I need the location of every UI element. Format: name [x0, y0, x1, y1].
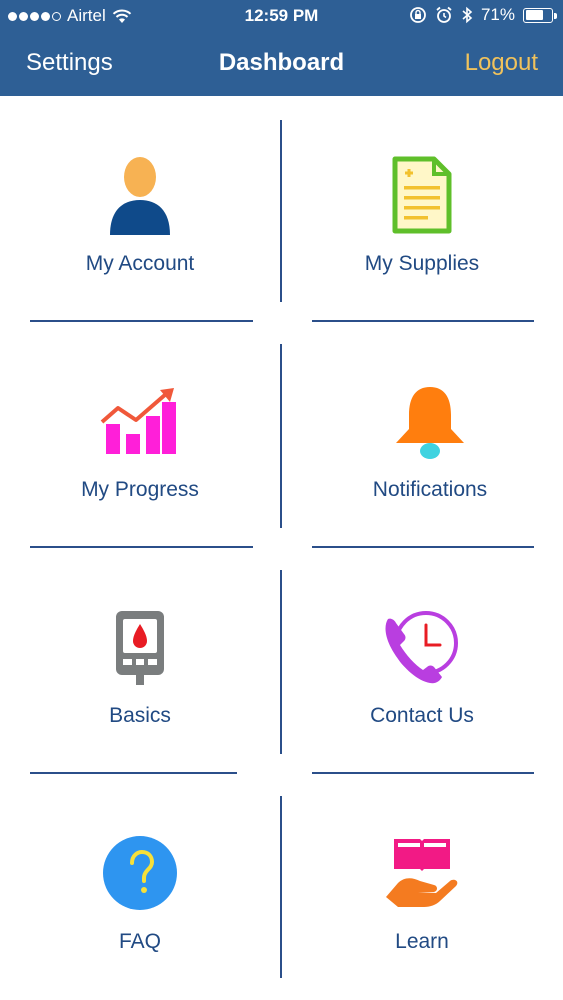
- grid-divider-horizontal: [30, 320, 253, 322]
- header: Airtel 12:59 PM 71% Settings Dashboard L…: [0, 0, 563, 96]
- tile-label: Contact Us: [370, 704, 474, 727]
- glucose-meter-icon: [95, 602, 185, 692]
- grid-divider-vertical: [280, 120, 282, 302]
- tile-label: Basics: [109, 704, 171, 727]
- battery-percent: 71%: [480, 5, 515, 24]
- tile-label: FAQ: [118, 930, 161, 953]
- tile-label: Notifications: [372, 478, 488, 501]
- person-icon: [95, 150, 185, 240]
- alarm-icon: [436, 6, 452, 23]
- grid-divider-vertical: [280, 570, 282, 754]
- grid-divider-horizontal: [312, 320, 534, 322]
- grid-divider-horizontal: [30, 546, 253, 548]
- tile-basics[interactable]: Basics: [40, 602, 240, 728]
- tile-contact-us[interactable]: Contact Us: [322, 602, 522, 728]
- tile-my-supplies[interactable]: My Supplies: [322, 150, 522, 276]
- logout-button[interactable]: Logout: [465, 49, 538, 77]
- tile-notifications[interactable]: Notifications: [322, 376, 538, 502]
- battery-fill: [525, 10, 544, 20]
- bluetooth-icon: [462, 6, 473, 24]
- grid-divider-horizontal: [312, 772, 534, 774]
- tile-learn[interactable]: Learn: [322, 828, 522, 954]
- document-icon: [377, 150, 467, 240]
- tile-label: Learn: [395, 930, 449, 953]
- phone-clock-icon: [377, 602, 467, 692]
- settings-button[interactable]: Settings: [26, 49, 113, 77]
- tile-label: My Account: [85, 252, 195, 275]
- tile-my-account[interactable]: My Account: [40, 150, 240, 276]
- question-icon: [95, 828, 185, 918]
- rotation-lock-icon: [410, 7, 426, 23]
- status-right: 71%: [409, 5, 557, 25]
- book-hand-icon: [377, 828, 467, 918]
- status-bar: Airtel 12:59 PM 71%: [0, 0, 563, 32]
- tile-label: My Supplies: [364, 252, 480, 275]
- dashboard-screen: Airtel 12:59 PM 71% Settings Dashboard L…: [0, 0, 563, 1000]
- bell-icon: [385, 376, 475, 466]
- tile-faq[interactable]: FAQ: [40, 828, 240, 954]
- tile-label: My Progress: [81, 478, 199, 501]
- grid-divider-horizontal: [312, 546, 534, 548]
- grid-divider-horizontal: [30, 772, 237, 774]
- battery-icon: [523, 7, 557, 23]
- tile-my-progress[interactable]: My Progress: [40, 376, 240, 502]
- grid-divider-vertical: [280, 344, 282, 528]
- chart-icon: [95, 376, 185, 466]
- grid-divider-vertical: [280, 796, 282, 978]
